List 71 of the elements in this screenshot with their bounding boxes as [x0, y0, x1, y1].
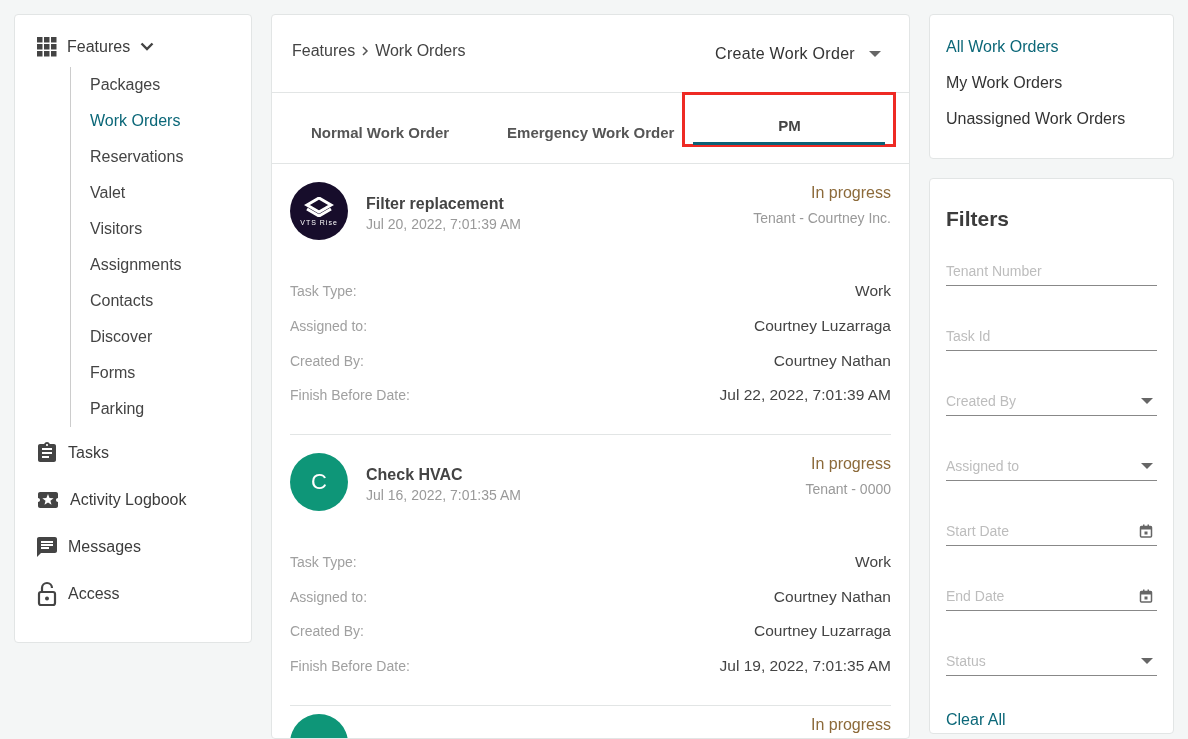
sidebar-item[interactable]: Valet	[90, 175, 126, 211]
chevron-icon[interactable]	[140, 42, 155, 52]
sidebar-item[interactable]: Visitors	[90, 211, 143, 247]
field-value: Courtney Nathan	[773, 587, 891, 606]
sidebar-item[interactable]: Work Orders	[90, 103, 181, 139]
date-field[interactable]: Start Date	[946, 522, 1139, 539]
filters-title: Filters	[946, 207, 1011, 231]
field-value: Courtney Nathan	[773, 351, 891, 370]
sidebar-item[interactable]: Packages	[90, 67, 161, 103]
breadcrumb-current: Work Orders	[375, 42, 466, 60]
select-field[interactable]: Created By	[946, 392, 1141, 409]
sidebar-item[interactable]: Discover	[90, 319, 153, 355]
field-value: Jul 19, 2022, 7:01:35 AM	[719, 657, 891, 676]
features-menu[interactable]: Features	[67, 38, 131, 56]
message-icon	[35, 534, 59, 559]
field-value: Jul 22, 2022, 7:01:39 AM	[719, 386, 891, 405]
tenant-text: Tenant - Courtney Inc.	[753, 210, 891, 226]
create-work-order-button[interactable]: Create Work Order	[707, 38, 889, 69]
sidebar-item[interactable]: Reservations	[90, 139, 184, 175]
padlock-icon	[35, 580, 59, 607]
work-order-date: Jul 20, 2022, 7:01:39 AM	[366, 216, 521, 232]
tab[interactable]: PM	[693, 108, 886, 145]
calendar-icon	[1139, 523, 1153, 538]
field-value: Work	[855, 553, 891, 572]
field-label: Finish Before Date:	[290, 658, 410, 675]
field-value: Work	[855, 282, 891, 301]
sidebar-item[interactable]: Activity Logbook	[70, 490, 187, 509]
sidebar-item[interactable]: Messages	[68, 537, 141, 556]
tab[interactable]: Normal Work Order	[292, 109, 469, 159]
grid-icon	[37, 37, 57, 57]
field-label: Task Type:	[290, 554, 357, 571]
caret-icon	[1141, 657, 1153, 664]
field-label: Task Type:	[290, 283, 357, 300]
status-text: In progress	[809, 184, 891, 202]
caret-icon	[869, 50, 881, 57]
view-link[interactable]: All Work Orders	[946, 29, 1059, 65]
field-label: Assigned to:	[290, 588, 368, 605]
field-label: Created By:	[290, 352, 364, 369]
select-field[interactable]: Assigned to	[946, 457, 1141, 474]
chevron-icon	[361, 46, 370, 56]
field-value: Courtney Luzarraga	[754, 317, 891, 336]
input-field[interactable]: Task Id	[946, 327, 1153, 344]
status-text: In progress	[810, 715, 891, 734]
sidebar-item[interactable]: Assignments	[90, 247, 182, 283]
date-field[interactable]: End Date	[946, 587, 1139, 604]
field-label: Finish Before Date:	[290, 387, 410, 404]
tenant-text: Tenant - 0000	[805, 480, 891, 497]
work-order-date: Jul 16, 2022, 7:01:35 AM	[366, 486, 521, 503]
clipboard-icon	[35, 440, 59, 465]
status-text: In progress	[809, 454, 891, 473]
caret-icon	[1141, 462, 1153, 469]
view-link[interactable]: Unassigned Work Orders	[946, 101, 1126, 137]
avatar: C	[290, 452, 348, 511]
work-order-title[interactable]: Filter replacement	[366, 195, 521, 213]
field-label: Created By:	[290, 623, 364, 640]
work-order-title[interactable]: Check HVAC	[366, 465, 521, 484]
calendar-icon	[1139, 588, 1153, 603]
sidebar-item[interactable]: Tasks	[68, 443, 109, 462]
sidebar-item[interactable]: Contacts	[90, 283, 154, 319]
select-field[interactable]: Status	[946, 652, 1141, 669]
sidebar-item[interactable]: Forms	[90, 355, 136, 391]
field-value: Courtney Luzarraga	[754, 622, 891, 641]
clear-all-link[interactable]: Clear All	[946, 711, 1006, 729]
sidebar-item[interactable]: Access	[68, 584, 120, 603]
breadcrumb-link[interactable]: Features	[292, 42, 356, 60]
sidebar-item[interactable]: Parking	[90, 391, 145, 427]
input-field[interactable]: Tenant Number	[946, 262, 1153, 279]
field-label: Assigned to:	[290, 318, 368, 335]
caret-icon	[1141, 397, 1153, 404]
tab[interactable]: Emergency Work Order	[488, 109, 694, 159]
view-link[interactable]: My Work Orders	[946, 65, 1063, 101]
